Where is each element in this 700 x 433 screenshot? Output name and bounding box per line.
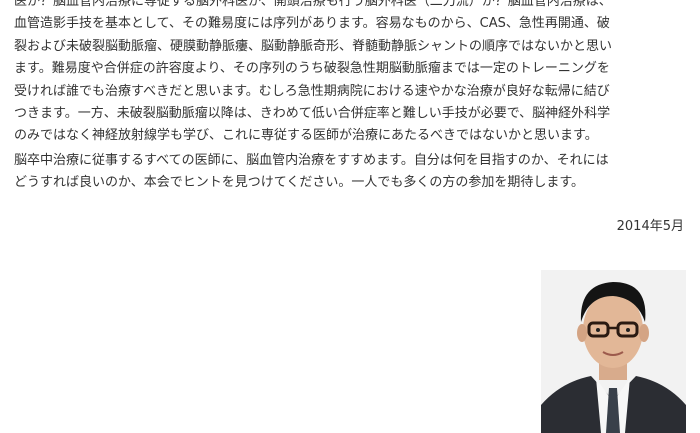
paragraph-line: のみではなく神経放射線学も学び、これに専従する医師が治療にあたるべきではないかと… <box>14 128 598 144</box>
paragraph-line: ます。難易度や合併症の許容度より、その序列のうち破裂急性期脳動脈瘤までは一定のト… <box>14 61 610 77</box>
message-page: 医か？脳血管内治療に専従する脳外科医か、開頭治療も行う脳外科医（二刀流）か？脳血… <box>0 0 700 433</box>
paragraph-line: 医か？脳血管内治療に専従する脳外科医か、開頭治療も行う脳外科医（二刀流）か？脳血… <box>14 0 612 9</box>
message-date: 2014年5月 <box>616 219 684 234</box>
author-photo <box>541 270 686 433</box>
closing-paragraph: 脳卒中治療に従事するすべての医師に、脳血管内治療をすすめます。自分は何を目指すの… <box>14 150 689 195</box>
author-portrait-image <box>541 270 686 433</box>
paragraph-line: 裂および未破裂脳動脈瘤、硬膜動静脈瘻、脳動静脈奇形、脊髄動静脈シャントの順序では… <box>14 38 613 54</box>
paragraph-line: 血管造影手技を基本として、その難易度には序列があります。容易なものから、CAS、… <box>14 16 610 32</box>
paragraph-line: つきます。一方、未破裂脳動脈瘤以降は、きわめて低い合併症率と難しい手技が必要で、… <box>14 106 611 122</box>
paragraph-line: どうすれば良いのか、本会でヒントを見つけてください。一人でも多くの方の参加を期待… <box>14 175 585 191</box>
message-paragraph: 医か？脳血管内治療に専従する脳外科医か、開頭治療も行う脳外科医（二刀流）か？脳血… <box>14 0 689 148</box>
paragraph-line: 受ければ誰でも治療すべきだと思います。むしろ急性期病院における速やかな治療が良好… <box>14 83 610 99</box>
paragraph-line: 脳卒中治療に従事するすべての医師に、脳血管内治療をすすめます。自分は何を目指すの… <box>14 153 609 168</box>
